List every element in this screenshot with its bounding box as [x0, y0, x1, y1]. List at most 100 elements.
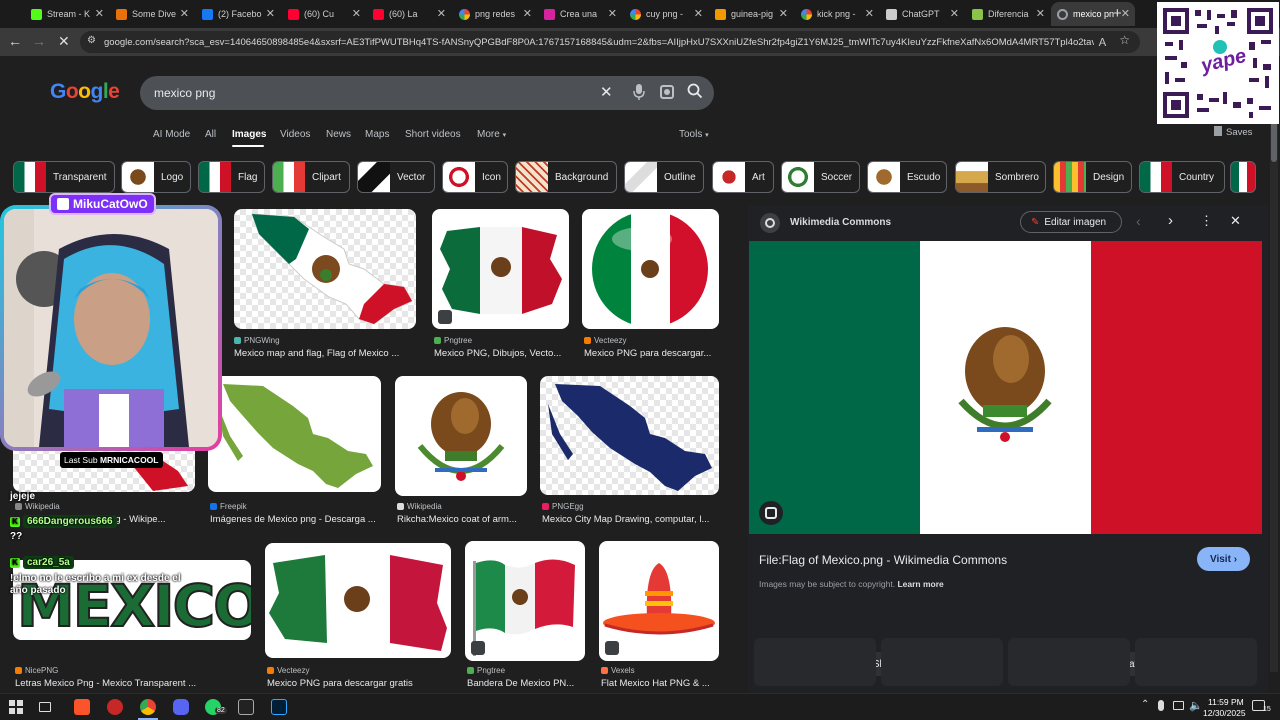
- discord-icon[interactable]: [173, 699, 189, 715]
- chip-background[interactable]: Background: [515, 161, 617, 193]
- result-title[interactable]: Flat Mexico Hat PNG & ...: [601, 678, 719, 689]
- chip-country[interactable]: Country: [1139, 161, 1225, 193]
- volume-icon[interactable]: 🔈: [1189, 699, 1203, 712]
- result-image-blue-map[interactable]: [540, 376, 719, 495]
- browser-tab[interactable]: (2) Facebo ✕: [196, 2, 280, 26]
- result-image-green-map[interactable]: [208, 376, 381, 492]
- saves-button[interactable]: Saves: [1214, 126, 1252, 138]
- chip-transparent[interactable]: Transparent: [13, 161, 115, 193]
- close-tab-icon[interactable]: ✕: [523, 7, 532, 20]
- tab-images[interactable]: Images: [232, 129, 266, 140]
- browser-tab[interactable]: Some Dive ✕: [110, 2, 194, 26]
- clear-search-icon[interactable]: ✕: [600, 83, 613, 101]
- app-icon[interactable]: [107, 699, 123, 715]
- browser-tab[interactable]: (60) Cu ✕: [282, 2, 366, 26]
- forward-icon[interactable]: →: [32, 33, 46, 49]
- chrome-icon[interactable]: [140, 699, 156, 715]
- search-input[interactable]: mexico png: [154, 86, 215, 100]
- result-image-sombrero[interactable]: [599, 541, 719, 661]
- next-image-icon[interactable]: ›: [1168, 212, 1173, 229]
- bookmark-star-icon[interactable]: ☆: [1119, 33, 1130, 47]
- brave-icon[interactable]: [74, 699, 90, 715]
- chip-flag[interactable]: Flag: [198, 161, 265, 193]
- result-title[interactable]: Mexico PNG para descargar...: [584, 348, 721, 359]
- prev-image-icon[interactable]: ‹: [1136, 213, 1141, 229]
- browser-tab[interactable]: ChatGPT ✕: [880, 2, 964, 26]
- result-image-waving-flag[interactable]: [465, 541, 585, 661]
- tab-news[interactable]: News: [326, 129, 351, 140]
- browser-tab[interactable]: mexico pn ✕: [1051, 2, 1135, 26]
- tab-maps[interactable]: Maps: [365, 129, 389, 140]
- browser-tab[interactable]: png redes ✕: [453, 2, 537, 26]
- chip-escudo[interactable]: Escudo: [867, 161, 947, 193]
- result-image-mexico-letters[interactable]: MEXICO: [13, 560, 251, 640]
- preview-source[interactable]: Wikimedia Commons: [790, 217, 891, 228]
- result-image-round-flag[interactable]: [582, 209, 719, 329]
- chip-outline[interactable]: Outline: [624, 161, 704, 193]
- close-tab-icon[interactable]: ✕: [865, 7, 874, 20]
- chip-overflow[interactable]: [1230, 161, 1256, 193]
- photoshop-icon[interactable]: [271, 699, 287, 715]
- clock-date[interactable]: 12/30/2025: [1203, 708, 1246, 718]
- result-title[interactable]: Rikcha:Mexico coat of arm...: [397, 514, 529, 525]
- page-scrollbar[interactable]: [1270, 112, 1278, 672]
- chip-clipart[interactable]: Clipart: [272, 161, 350, 193]
- close-tab-icon[interactable]: ✕: [1121, 7, 1130, 20]
- chevron-up-icon[interactable]: ⌃: [1141, 699, 1149, 710]
- lens-search-icon[interactable]: [660, 85, 674, 99]
- epic-games-icon[interactable]: [238, 699, 254, 715]
- lens-search-icon[interactable]: [759, 501, 783, 525]
- tab-ai-mode[interactable]: AI Mode: [153, 129, 190, 140]
- result-image-mexico-map-flag[interactable]: [234, 209, 416, 329]
- close-tab-icon[interactable]: ✕: [352, 7, 361, 20]
- search-box[interactable]: mexico png ✕: [140, 76, 714, 110]
- result-title[interactable]: Imágenes de Mexico png - Descarga ...: [210, 514, 382, 525]
- browser-tab[interactable]: Stream - K ✕: [25, 2, 109, 26]
- browser-tab[interactable]: kick png - ✕: [795, 2, 879, 26]
- clock-time[interactable]: 11:59 PM: [1208, 697, 1244, 707]
- preview-title[interactable]: File:Flag of Mexico.png - Wikimedia Comm…: [759, 553, 1007, 567]
- chip-art[interactable]: Art: [712, 161, 774, 193]
- browser-tab[interactable]: guinea-pig ✕: [709, 2, 793, 26]
- close-tab-icon[interactable]: ✕: [694, 7, 703, 20]
- search-icon[interactable]: [686, 82, 704, 100]
- result-image-brush-flag[interactable]: [265, 543, 451, 658]
- close-tab-icon[interactable]: ✕: [266, 7, 275, 20]
- chip-design[interactable]: Design: [1053, 161, 1132, 193]
- learn-more-link[interactable]: Learn more: [897, 579, 943, 589]
- preview-image-flag-of-mexico[interactable]: [749, 241, 1262, 534]
- close-tab-icon[interactable]: ✕: [779, 7, 788, 20]
- microphone-icon[interactable]: [1158, 700, 1164, 711]
- chip-icon[interactable]: Icon: [442, 161, 508, 193]
- result-title[interactable]: Mexico map and flag, Flag of Mexico ...: [234, 348, 414, 359]
- google-logo[interactable]: Google: [50, 80, 120, 104]
- new-tab-icon[interactable]: +: [1113, 5, 1122, 22]
- voice-search-icon[interactable]: [632, 82, 646, 102]
- close-preview-icon[interactable]: ✕: [1230, 213, 1241, 229]
- result-image-brushed-flag[interactable]: [432, 209, 569, 329]
- close-tab-icon[interactable]: ✕: [1036, 7, 1045, 20]
- translate-icon[interactable]: Ａ: [1097, 34, 1108, 50]
- windows-start-icon[interactable]: [8, 699, 24, 715]
- chip-soccer[interactable]: Soccer: [781, 161, 860, 193]
- browser-tab[interactable]: Diferencia ✕: [966, 2, 1050, 26]
- result-image-coat-of-arms[interactable]: [395, 376, 527, 496]
- more-options-icon[interactable]: ⋮: [1200, 213, 1213, 229]
- tab-all[interactable]: All: [205, 129, 216, 140]
- close-tab-icon[interactable]: ✕: [608, 7, 617, 20]
- chip-sombrero[interactable]: Sombrero: [955, 161, 1046, 193]
- tab-short-videos[interactable]: Short videos: [405, 129, 461, 140]
- tools-button[interactable]: Tools ▾: [679, 129, 709, 140]
- close-tab-icon[interactable]: ✕: [95, 7, 104, 20]
- browser-tab[interactable]: Crea una ✕: [538, 2, 622, 26]
- stop-loading-icon[interactable]: ✕: [58, 33, 70, 50]
- task-view-icon[interactable]: [39, 702, 51, 712]
- address-bar[interactable]: ⚙ google.com/search?sca_esv=140646508984…: [80, 31, 1140, 53]
- browser-tab[interactable]: (60) La ✕: [367, 2, 451, 26]
- result-title[interactable]: Bandera De Mexico PN...: [467, 678, 585, 689]
- edit-image-button[interactable]: ✎ Editar imagen: [1020, 211, 1122, 233]
- close-tab-icon[interactable]: ✕: [950, 7, 959, 20]
- result-title[interactable]: Mexico PNG, Dibujos, Vecto...: [434, 348, 571, 359]
- chip-logo[interactable]: Logo: [121, 161, 191, 193]
- result-title[interactable]: Mexico City Map Drawing, computar, l...: [542, 514, 719, 525]
